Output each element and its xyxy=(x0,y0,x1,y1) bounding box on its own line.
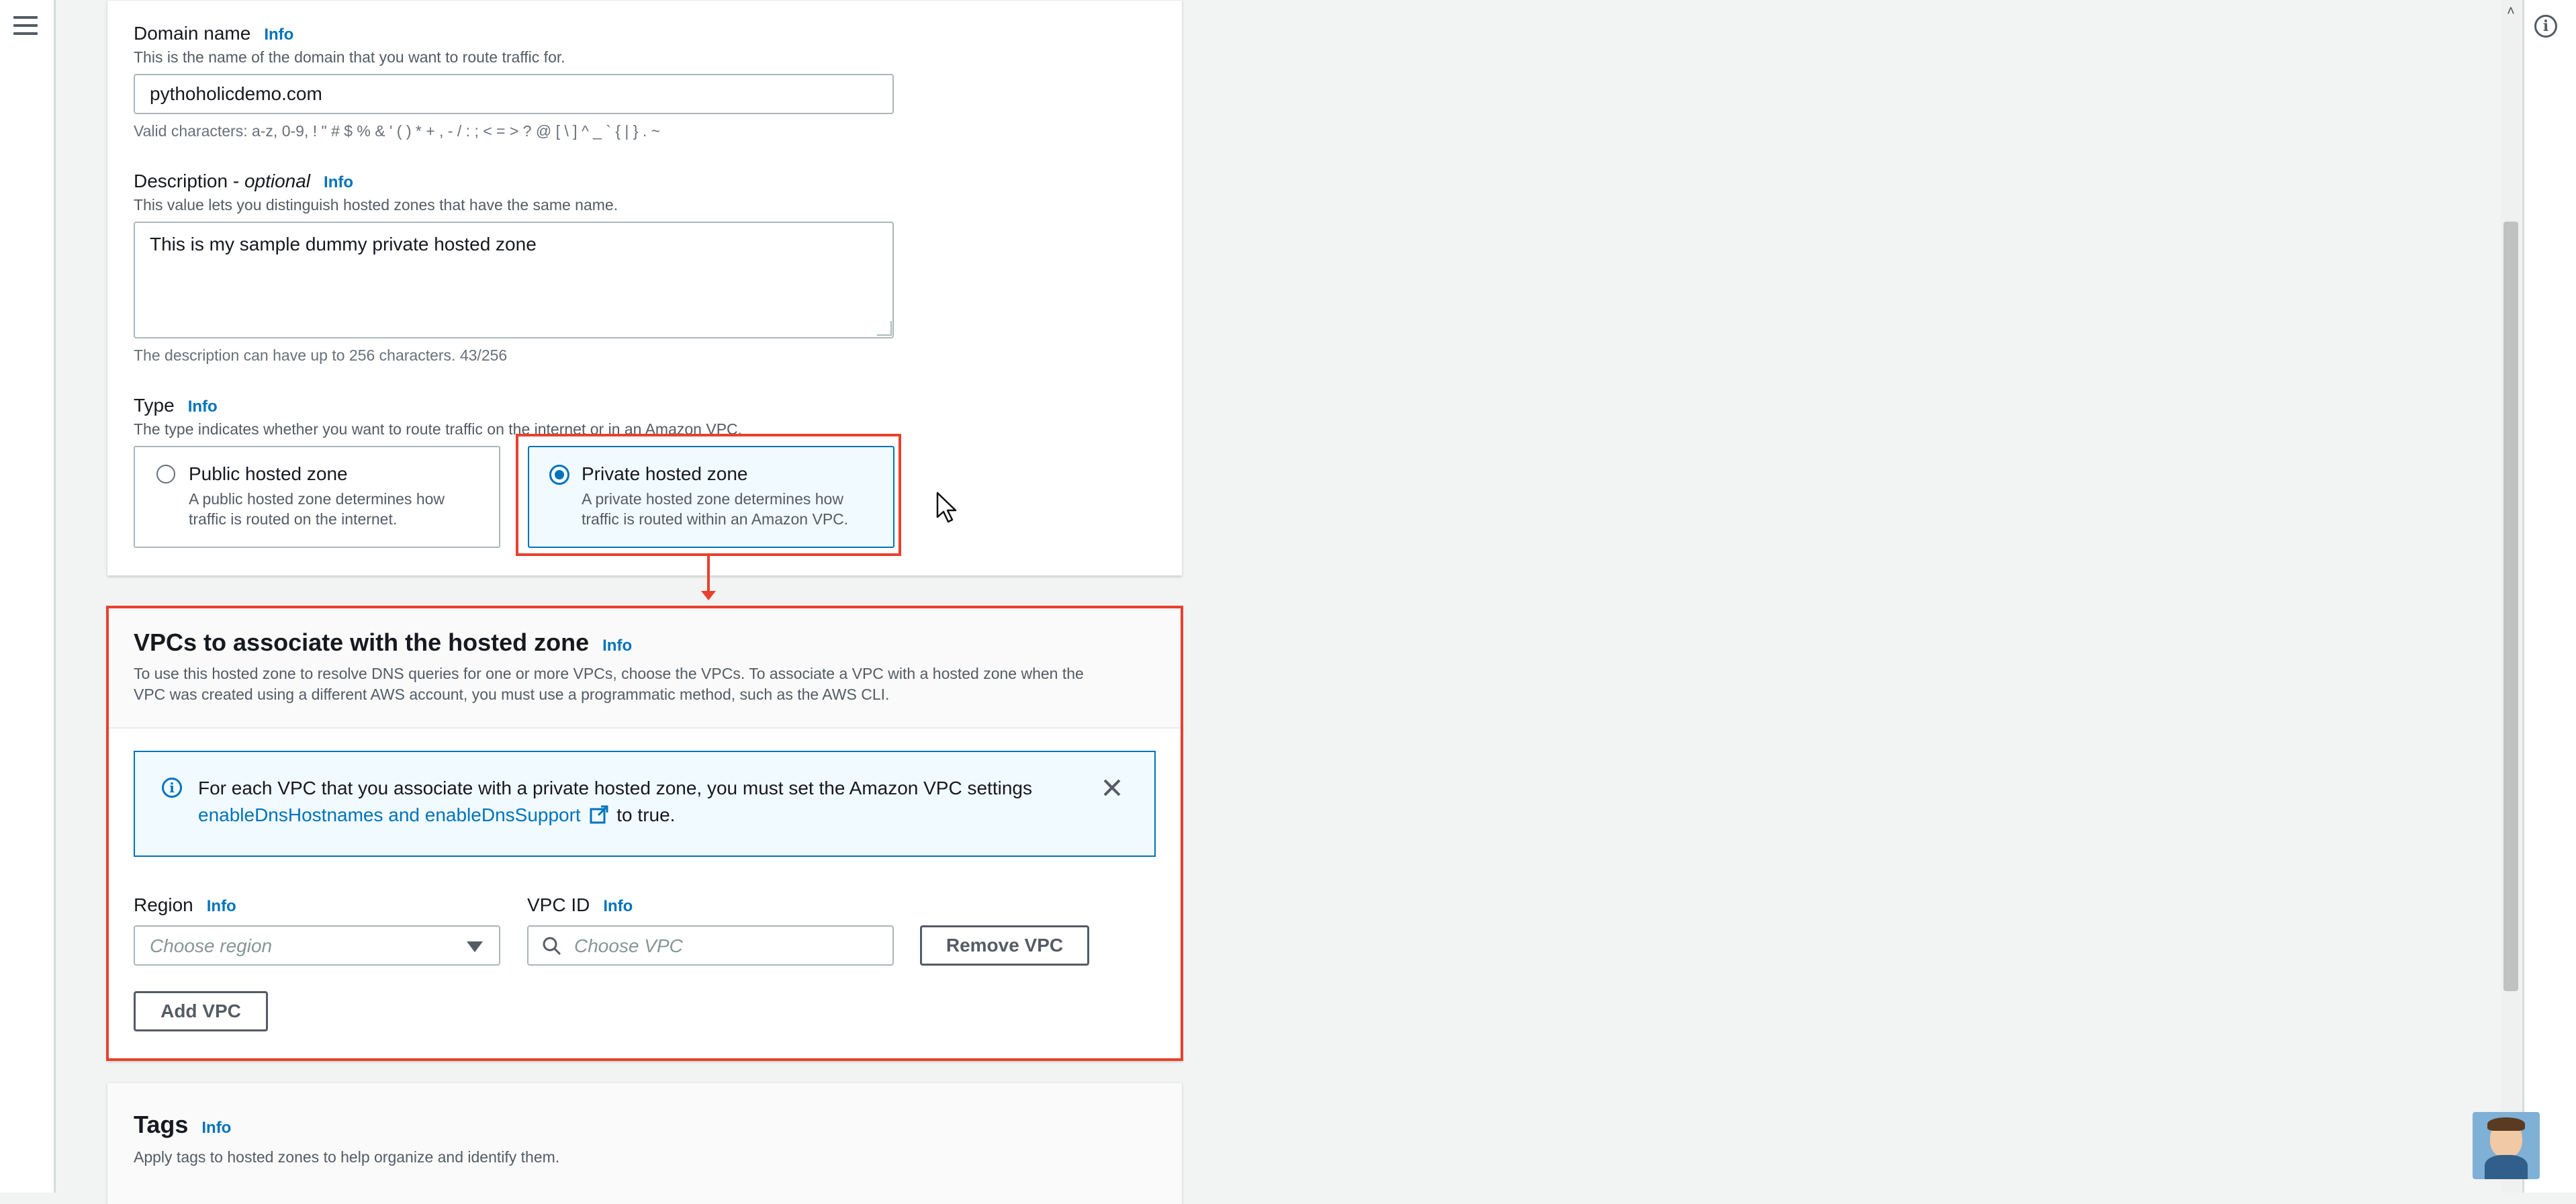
annotation-arrow-head-icon xyxy=(701,591,716,600)
tags-title: Tags Info xyxy=(134,1111,231,1139)
scroll-up-arrow-icon[interactable]: ˄ xyxy=(2503,4,2518,19)
tags-description: Apply tags to hosted zones to help organ… xyxy=(134,1148,560,1166)
domain-name-value: pythoholicdemo.com xyxy=(150,83,322,104)
type-label-text: Type xyxy=(134,395,175,416)
public-radio-button[interactable] xyxy=(156,465,175,483)
channel-avatar xyxy=(2473,1112,2540,1179)
description-label-text: Description - xyxy=(134,171,244,191)
tags-title-text: Tags xyxy=(134,1111,189,1138)
right-tools-panel xyxy=(2522,0,2576,1193)
description-info-link[interactable]: Info xyxy=(324,173,353,191)
annotation-highlight-vpcs-panel xyxy=(106,606,1183,1061)
public-option-title: Public hosted zone xyxy=(189,463,348,484)
domain-name-info-link[interactable]: Info xyxy=(264,26,293,44)
description-description: This value lets you distinguish hosted z… xyxy=(134,196,618,214)
description-label: Description - optional Info xyxy=(134,171,353,192)
info-panel-icon[interactable]: i xyxy=(2534,15,2557,38)
public-option-line1: A public hosted zone determines how xyxy=(189,490,445,508)
domain-name-description: This is the name of the domain that you … xyxy=(134,48,565,66)
scrollbar-thumb[interactable] xyxy=(2503,222,2518,991)
mouse-cursor-icon xyxy=(936,492,957,523)
textarea-resize-handle-icon[interactable] xyxy=(877,321,892,336)
type-info-link[interactable]: Info xyxy=(188,398,218,416)
description-hint: The description can have up to 256 chara… xyxy=(134,346,508,364)
type-label: Type Info xyxy=(134,395,218,416)
domain-name-input[interactable]: pythoholicdemo.com xyxy=(134,74,894,114)
annotation-arrow-line xyxy=(707,556,710,594)
description-value: This is my sample dummy private hosted z… xyxy=(150,234,537,254)
hamburger-menu-icon[interactable] xyxy=(13,16,38,36)
domain-name-label-text: Domain name xyxy=(134,23,251,44)
public-option-line2: traffic is routed on the internet. xyxy=(189,510,398,528)
description-optional-text: optional xyxy=(244,171,311,191)
tags-info-link[interactable]: Info xyxy=(201,1119,231,1137)
description-textarea[interactable]: This is my sample dummy private hosted z… xyxy=(134,222,894,338)
domain-name-label: Domain name Info xyxy=(134,23,293,44)
tags-panel xyxy=(107,1082,1182,1204)
left-nav xyxy=(0,0,56,1193)
domain-name-hint: Valid characters: a-z, 0-9, ! " # $ % & … xyxy=(134,122,661,140)
public-hosted-zone-option[interactable]: Public hosted zone A public hosted zone … xyxy=(134,446,500,548)
annotation-highlight-private-option xyxy=(516,434,901,556)
